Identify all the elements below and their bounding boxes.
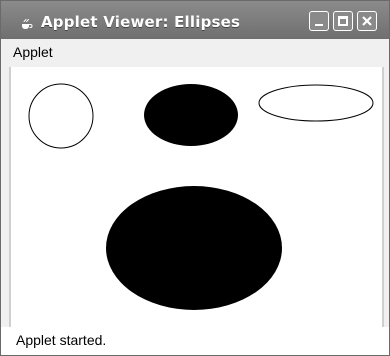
ellipse-filled-large (106, 186, 282, 310)
maximize-button[interactable] (333, 11, 353, 31)
status-bar: Applet started. (1, 327, 389, 355)
maximize-icon (338, 16, 348, 26)
status-message: Applet started. (16, 332, 107, 348)
close-icon (362, 16, 372, 26)
menu-applet[interactable]: Applet (13, 44, 53, 60)
ellipses-drawing (28, 83, 374, 310)
applet-canvas (9, 67, 384, 327)
title-bar[interactable]: Applet Viewer: Ellipses (1, 1, 389, 39)
minimize-button[interactable] (309, 11, 329, 31)
minimize-icon (315, 24, 323, 26)
ellipse-outline-wide (258, 84, 374, 122)
java-cup-icon (22, 18, 33, 29)
ellipse-filled-small (144, 84, 238, 146)
circle-outline (28, 83, 94, 149)
window-title: Applet Viewer: Ellipses (41, 13, 241, 31)
menu-bar: Applet (1, 39, 389, 67)
applet-viewer-window: Applet Viewer: Ellipses Applet Applet st… (0, 0, 390, 356)
close-button[interactable] (357, 11, 377, 31)
